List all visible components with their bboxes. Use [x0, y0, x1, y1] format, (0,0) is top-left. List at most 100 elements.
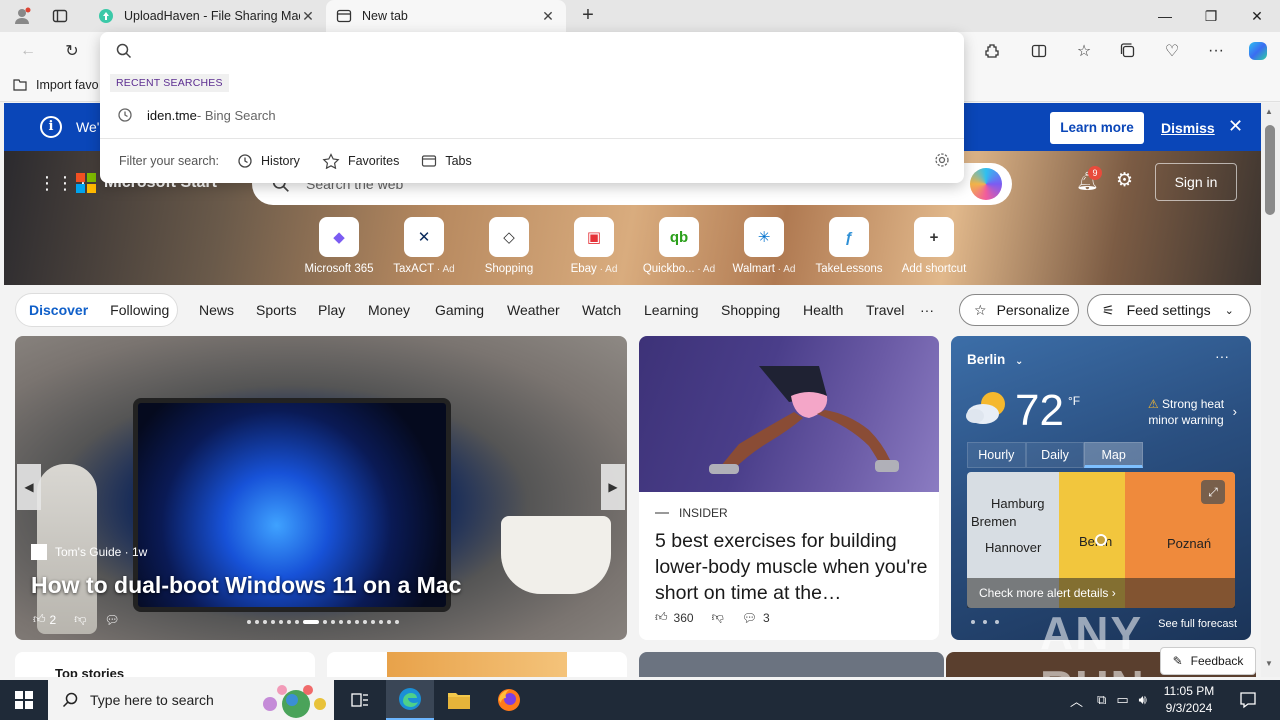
taskbar-search-input[interactable]: Type here to search: [48, 680, 334, 720]
like-icon[interactable]: 👍︎: [33, 612, 46, 627]
shortcut-tile[interactable]: ◇ Shopping: [468, 217, 550, 275]
address-bar[interactable]: [100, 32, 964, 70]
category-watch[interactable]: Watch: [582, 302, 621, 318]
like-icon[interactable]: 👍︎: [655, 610, 668, 625]
settings-more-icon[interactable]: ···: [1202, 38, 1230, 64]
show-hidden-icons-icon[interactable]: ︿: [1070, 691, 1083, 710]
shortcut-tile[interactable]: ◆ Microsoft 365: [298, 217, 380, 275]
weather-location[interactable]: Berlin ⌄: [967, 352, 1023, 367]
task-view-icon[interactable]: [336, 680, 384, 720]
favorites-star-icon[interactable]: ☆: [1070, 38, 1098, 64]
firefox-icon[interactable]: [485, 680, 533, 720]
more-categories-icon[interactable]: ···: [920, 302, 934, 318]
shortcut-tile[interactable]: ✕ TaxACT · Ad: [383, 217, 465, 275]
story-headline[interactable]: 5 best exercises for building lower-body…: [655, 528, 931, 606]
close-tab-icon[interactable]: ✕: [300, 8, 316, 25]
temperature-unit[interactable]: °F: [1068, 394, 1080, 408]
tab-actions-icon[interactable]: [48, 4, 72, 28]
story-card[interactable]: [327, 652, 627, 677]
edge-taskbar-icon[interactable]: [386, 680, 434, 720]
scroll-down-icon[interactable]: ▼: [1265, 659, 1273, 668]
chevron-right-icon[interactable]: ›: [1233, 404, 1237, 419]
tab-following[interactable]: Following: [110, 302, 169, 318]
copilot-icon[interactable]: [1244, 38, 1272, 64]
feed-settings-button[interactable]: ⚟ Feed settings ⌄: [1087, 294, 1251, 326]
category-news[interactable]: News: [199, 302, 234, 318]
story-headline[interactable]: How to dual-boot Windows 11 on a Mac: [31, 572, 461, 599]
main-story-card[interactable]: ◀ ▶ Tom's Guide · 1w How to dual-boot Wi…: [15, 336, 627, 640]
notifications-icon[interactable]: [1224, 680, 1272, 720]
tab-new-tab[interactable]: New tab ✕: [326, 0, 566, 32]
dislike-icon[interactable]: 👎︎: [712, 610, 724, 625]
shortcut-tile[interactable]: ▣ Ebay · Ad: [553, 217, 635, 275]
carousel-next-button[interactable]: ▶: [601, 464, 625, 510]
learn-more-button[interactable]: Learn more: [1050, 112, 1144, 144]
copilot-search-icon[interactable]: [970, 168, 1002, 200]
page-scrollbar[interactable]: ▲ ▼: [1261, 103, 1280, 677]
filter-tabs-button[interactable]: Tabs: [417, 153, 475, 169]
personalize-button[interactable]: ☆ Personalize: [959, 294, 1079, 326]
taskbar-clock[interactable]: 11:05 PM 9/3/2024: [1160, 683, 1218, 717]
tab-hourly[interactable]: Hourly: [967, 442, 1026, 468]
refresh-icon[interactable]: ↻: [58, 38, 86, 64]
tab-discover[interactable]: Discover: [29, 302, 88, 318]
file-explorer-icon[interactable]: [435, 680, 483, 720]
collections-icon[interactable]: [1114, 38, 1142, 64]
category-weather[interactable]: Weather: [507, 302, 560, 318]
start-button[interactable]: [0, 680, 48, 720]
shortcut-tile[interactable]: qb Quickbo... · Ad: [638, 217, 720, 275]
expand-map-icon[interactable]: ⤢: [1201, 480, 1225, 504]
extensions-icon[interactable]: [978, 38, 1006, 64]
recent-search-item[interactable]: iden.tme - Bing Search: [100, 102, 964, 128]
category-shopping[interactable]: Shopping: [721, 302, 780, 318]
page-settings-gear-icon[interactable]: ⚙: [1116, 169, 1133, 192]
category-health[interactable]: Health: [803, 302, 843, 318]
alert-details-link[interactable]: Check more alert details ›: [967, 578, 1235, 608]
weather-warning[interactable]: ⚠ Strong heat minor warning: [1141, 396, 1231, 428]
category-money[interactable]: Money: [368, 302, 410, 318]
scroll-up-icon[interactable]: ▲: [1265, 107, 1273, 116]
browser-essentials-icon[interactable]: ♡: [1158, 38, 1186, 64]
scrollbar-thumb[interactable]: [1265, 125, 1275, 215]
filter-favorites-button[interactable]: Favorites: [318, 153, 403, 169]
category-sports[interactable]: Sports: [256, 302, 296, 318]
import-favorites-link[interactable]: Import favo: [12, 77, 99, 93]
close-window-icon[interactable]: ✕: [1234, 0, 1280, 32]
top-stories-card[interactable]: Top stories: [15, 652, 315, 677]
tab-map[interactable]: Map: [1084, 442, 1144, 468]
category-play[interactable]: Play: [318, 302, 345, 318]
profile-icon[interactable]: [10, 4, 34, 28]
recent-search-query: iden.tme: [147, 107, 197, 123]
restore-icon[interactable]: ❐: [1188, 0, 1234, 32]
network-icon[interactable]: ▭: [1116, 692, 1128, 708]
comment-icon[interactable]: 💬︎: [742, 611, 757, 625]
tab-uploadhaven[interactable]: UploadHaven - File Sharing Made Simple ✕: [88, 0, 326, 32]
feedback-button[interactable]: ✎ Feedback: [1160, 647, 1256, 675]
close-banner-icon[interactable]: ✕: [1228, 116, 1243, 137]
category-learning[interactable]: Learning: [644, 302, 699, 318]
sign-in-button[interactable]: Sign in: [1155, 163, 1237, 201]
device-icon[interactable]: ⧉: [1097, 692, 1106, 708]
close-tab-icon[interactable]: ✕: [540, 8, 556, 25]
carousel-prev-button[interactable]: ◀: [17, 464, 41, 510]
more-options-icon[interactable]: ···: [1215, 348, 1229, 364]
minimize-icon[interactable]: —: [1142, 0, 1188, 32]
shortcut-tile[interactable]: ✳ Walmart · Ad: [723, 217, 805, 275]
back-icon[interactable]: ←: [14, 38, 42, 64]
filter-history-button[interactable]: History: [233, 153, 304, 169]
comment-icon[interactable]: 💬︎: [104, 613, 119, 627]
volume-icon[interactable]: 🔊︎: [1139, 692, 1147, 708]
shortcut-tile[interactable]: ƒ TakeLessons: [808, 217, 890, 275]
weather-card[interactable]: Berlin ⌄ ··· 72 °F ⚠ Strong heat minor w…: [951, 336, 1251, 640]
new-tab-button[interactable]: +: [574, 4, 602, 28]
gear-icon[interactable]: [934, 152, 950, 168]
shortcut-tile[interactable]: + Add shortcut: [893, 217, 975, 275]
story-card[interactable]: [639, 652, 944, 677]
side-story-card[interactable]: INSIDER 5 best exercises for building lo…: [639, 336, 939, 640]
category-travel[interactable]: Travel: [866, 302, 904, 318]
dismiss-link[interactable]: Dismiss: [1161, 120, 1215, 136]
category-gaming[interactable]: Gaming: [435, 302, 484, 318]
split-screen-icon[interactable]: [1025, 38, 1053, 64]
dislike-icon[interactable]: 👎︎: [74, 612, 86, 627]
tab-daily[interactable]: Daily: [1025, 442, 1085, 468]
